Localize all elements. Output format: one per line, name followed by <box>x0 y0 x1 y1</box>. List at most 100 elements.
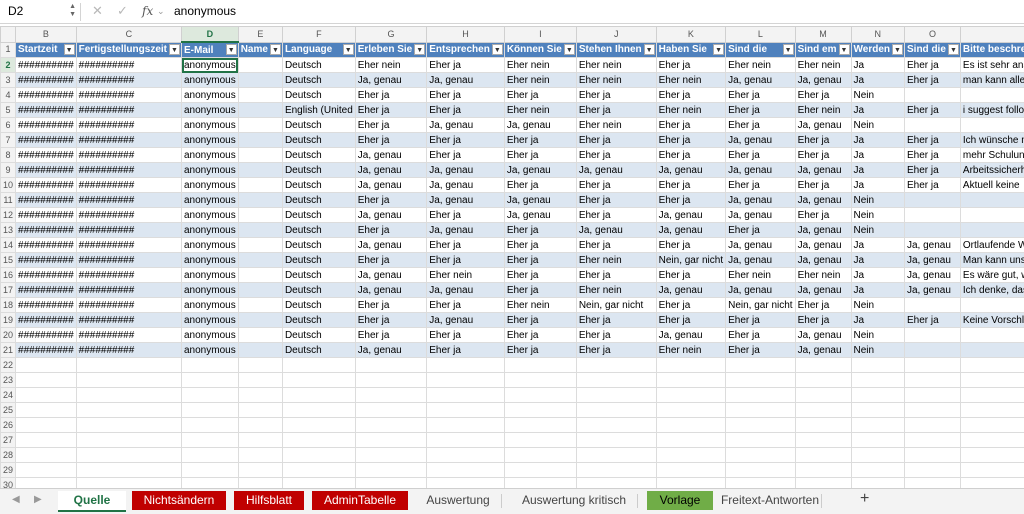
cell[interactable] <box>850 477 905 488</box>
cell[interactable]: Deutsch <box>281 312 356 328</box>
cell[interactable]: ########## <box>15 342 77 358</box>
cell[interactable]: Nein <box>850 87 905 103</box>
cell[interactable] <box>725 432 796 448</box>
cell[interactable] <box>850 462 905 478</box>
cell[interactable]: anonymous <box>181 282 239 298</box>
cell[interactable]: Eher nein <box>794 57 852 73</box>
cell[interactable]: Nein <box>850 327 905 343</box>
cell[interactable] <box>959 207 1024 223</box>
filter-dropdown-icon[interactable]: ▼ <box>563 43 575 55</box>
cell[interactable]: ########## <box>15 102 77 118</box>
cell[interactable]: Ja, genau <box>725 252 796 268</box>
cell[interactable]: Ja, genau <box>794 192 852 208</box>
row-number[interactable]: 4 <box>0 87 17 103</box>
cell[interactable]: Eher ja <box>426 237 505 253</box>
cell[interactable] <box>850 402 905 418</box>
cell[interactable]: ########## <box>75 237 183 253</box>
cell[interactable] <box>904 387 961 403</box>
cell[interactable] <box>959 327 1024 343</box>
column-header[interactable]: M <box>794 26 852 43</box>
insert-function-icon[interactable]: fx <box>142 4 153 18</box>
cell[interactable] <box>904 342 961 358</box>
row-number[interactable]: 17 <box>0 282 17 298</box>
cell[interactable] <box>181 432 239 448</box>
cell[interactable]: Ja, genau <box>426 117 505 133</box>
cell[interactable]: Ja <box>850 177 905 193</box>
cell[interactable] <box>575 387 657 403</box>
cell[interactable]: ########## <box>75 267 183 283</box>
cell[interactable]: ########## <box>75 207 183 223</box>
cell[interactable] <box>575 462 657 478</box>
cell[interactable]: Deutsch <box>281 297 356 313</box>
row-number[interactable]: 29 <box>0 462 17 478</box>
cell[interactable] <box>237 117 283 133</box>
cell[interactable] <box>237 432 283 448</box>
spreadsheet-grid[interactable]: BCDEFGHIJKLMNOPQR1Startzeit▼Fertigstellu… <box>0 26 1024 488</box>
cell[interactable]: Deutsch <box>281 282 356 298</box>
cell[interactable]: Ja, genau <box>575 222 657 238</box>
cell[interactable]: anonymous <box>181 192 239 208</box>
cell[interactable]: Aktuell keine <box>959 177 1024 193</box>
cell[interactable] <box>959 402 1024 418</box>
cell[interactable]: anonymous <box>181 147 239 163</box>
cell[interactable] <box>503 417 577 433</box>
cell[interactable]: Deutsch <box>281 162 356 178</box>
cell[interactable]: Deutsch <box>281 252 356 268</box>
cell[interactable] <box>237 327 283 343</box>
cell[interactable] <box>904 402 961 418</box>
cell[interactable]: ########## <box>15 327 77 343</box>
cell[interactable] <box>503 402 577 418</box>
cell[interactable]: Eher nein <box>655 102 727 118</box>
cell[interactable] <box>725 462 796 478</box>
cell[interactable]: Ja, genau <box>794 327 852 343</box>
cell[interactable] <box>237 417 283 433</box>
cell[interactable] <box>426 417 505 433</box>
row-number[interactable]: 28 <box>0 447 17 463</box>
column-header[interactable]: N <box>850 26 905 43</box>
cell[interactable]: anonymous <box>181 132 239 148</box>
cell[interactable] <box>426 432 505 448</box>
cell[interactable]: Eher ja <box>904 102 961 118</box>
confirm-icon[interactable]: ✓ <box>117 3 128 19</box>
cell[interactable]: Eher ja <box>575 237 657 253</box>
row-number[interactable]: 22 <box>0 357 17 373</box>
cell[interactable]: Eher ja <box>503 312 577 328</box>
cell[interactable] <box>904 357 961 373</box>
cell[interactable] <box>904 117 961 133</box>
name-box[interactable]: D2 ▲ ▼ <box>4 3 76 20</box>
cell[interactable] <box>237 372 283 388</box>
column-header[interactable]: C <box>75 26 183 43</box>
cell[interactable] <box>426 462 505 478</box>
cell[interactable]: Deutsch <box>281 342 356 358</box>
cell[interactable] <box>959 297 1024 313</box>
cell[interactable]: ########## <box>15 282 77 298</box>
cell[interactable]: ########## <box>75 132 183 148</box>
cell[interactable] <box>725 477 796 488</box>
cell[interactable] <box>959 477 1024 488</box>
cell[interactable] <box>850 432 905 448</box>
cell[interactable]: ########## <box>15 117 77 133</box>
cell[interactable]: Eher nein <box>575 252 657 268</box>
cell[interactable]: Ja, genau <box>503 117 577 133</box>
cell[interactable] <box>237 447 283 463</box>
row-number[interactable]: 13 <box>0 222 17 238</box>
cell[interactable]: Eher ja <box>794 312 852 328</box>
cell[interactable]: mehr Schulungen und Fortbildungen in Bez… <box>959 147 1024 163</box>
cell[interactable] <box>15 387 77 403</box>
cell[interactable]: ########## <box>15 162 77 178</box>
cell[interactable]: Ja, genau <box>904 252 961 268</box>
cell[interactable]: Eher ja <box>575 207 657 223</box>
cell[interactable]: Eher nein <box>725 267 796 283</box>
cell[interactable] <box>75 417 183 433</box>
cell[interactable]: Ja, genau <box>354 237 428 253</box>
cell[interactable] <box>959 222 1024 238</box>
cell[interactable]: Eher nein <box>725 57 796 73</box>
cell[interactable] <box>15 417 77 433</box>
header-cell[interactable]: Sind die ▼ <box>904 41 961 58</box>
row-number[interactable]: 3 <box>0 72 17 88</box>
cell[interactable] <box>237 87 283 103</box>
cell[interactable]: English (United <box>281 102 356 118</box>
row-number[interactable]: 21 <box>0 342 17 358</box>
cell[interactable] <box>75 477 183 488</box>
cell[interactable] <box>575 447 657 463</box>
